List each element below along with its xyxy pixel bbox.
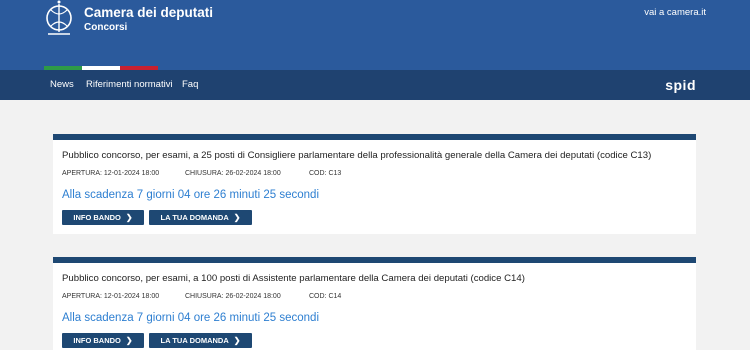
la-tua-domanda-button[interactable]: LA TUA DOMANDA ❯ [149,333,252,348]
deadline-countdown: Alla scadenza 7 giorni 04 ore 26 minuti … [62,312,319,324]
concorso-title[interactable]: Pubblico concorso, per esami, a 25 posti… [62,150,651,161]
chiusura-date: CHIUSURA: 26-02-2024 18:00 [185,293,281,300]
info-bando-button[interactable]: INFO BANDO ❯ [62,333,144,348]
nav-item-riferimenti-normativi[interactable]: Riferimenti normativi [86,79,173,90]
info-bando-button[interactable]: INFO BANDO ❯ [62,210,144,225]
site-subtitle: Concorsi [84,22,128,33]
la-tua-domanda-button[interactable]: LA TUA DOMANDA ❯ [149,210,252,225]
concorso-card: Pubblico concorso, per esami, a 25 posti… [53,134,696,234]
button-label: INFO BANDO [73,213,121,222]
chevron-right-icon: ❯ [233,213,241,222]
button-label: LA TUA DOMANDA [160,336,229,345]
main-nav: News Riferimenti normativi Faq spid [0,70,750,100]
card-top-bar [53,134,696,140]
card-top-bar [53,257,696,263]
chevron-right-icon: ❯ [125,336,133,345]
chevron-right-icon: ❯ [125,213,133,222]
site-title[interactable]: Camera dei deputati [84,5,213,20]
nav-item-faq[interactable]: Faq [182,79,198,90]
apertura-date: APERTURA: 12-01-2024 18:00 [62,170,160,177]
nav-item-news[interactable]: News [50,79,74,90]
concorso-title[interactable]: Pubblico concorso, per esami, a 100 post… [62,273,525,284]
button-label: INFO BANDO [73,336,121,345]
button-label: LA TUA DOMANDA [160,213,229,222]
camera-emblem-icon[interactable] [42,0,76,40]
concorso-code: COD: C14 [309,293,342,300]
chevron-right-icon: ❯ [233,336,241,345]
apertura-date: APERTURA: 12-01-2024 18:00 [62,293,160,300]
site-header: Camera dei deputati Concorsi vai a camer… [0,0,750,70]
chiusura-date: CHIUSURA: 26-02-2024 18:00 [185,170,281,177]
camera-it-link[interactable]: vai a camera.it [644,7,706,18]
spid-logo[interactable]: spid [665,77,696,93]
deadline-countdown: Alla scadenza 7 giorni 04 ore 26 minuti … [62,189,319,201]
concorso-card: Pubblico concorso, per esami, a 100 post… [53,257,696,350]
concorso-code: COD: C13 [309,170,342,177]
